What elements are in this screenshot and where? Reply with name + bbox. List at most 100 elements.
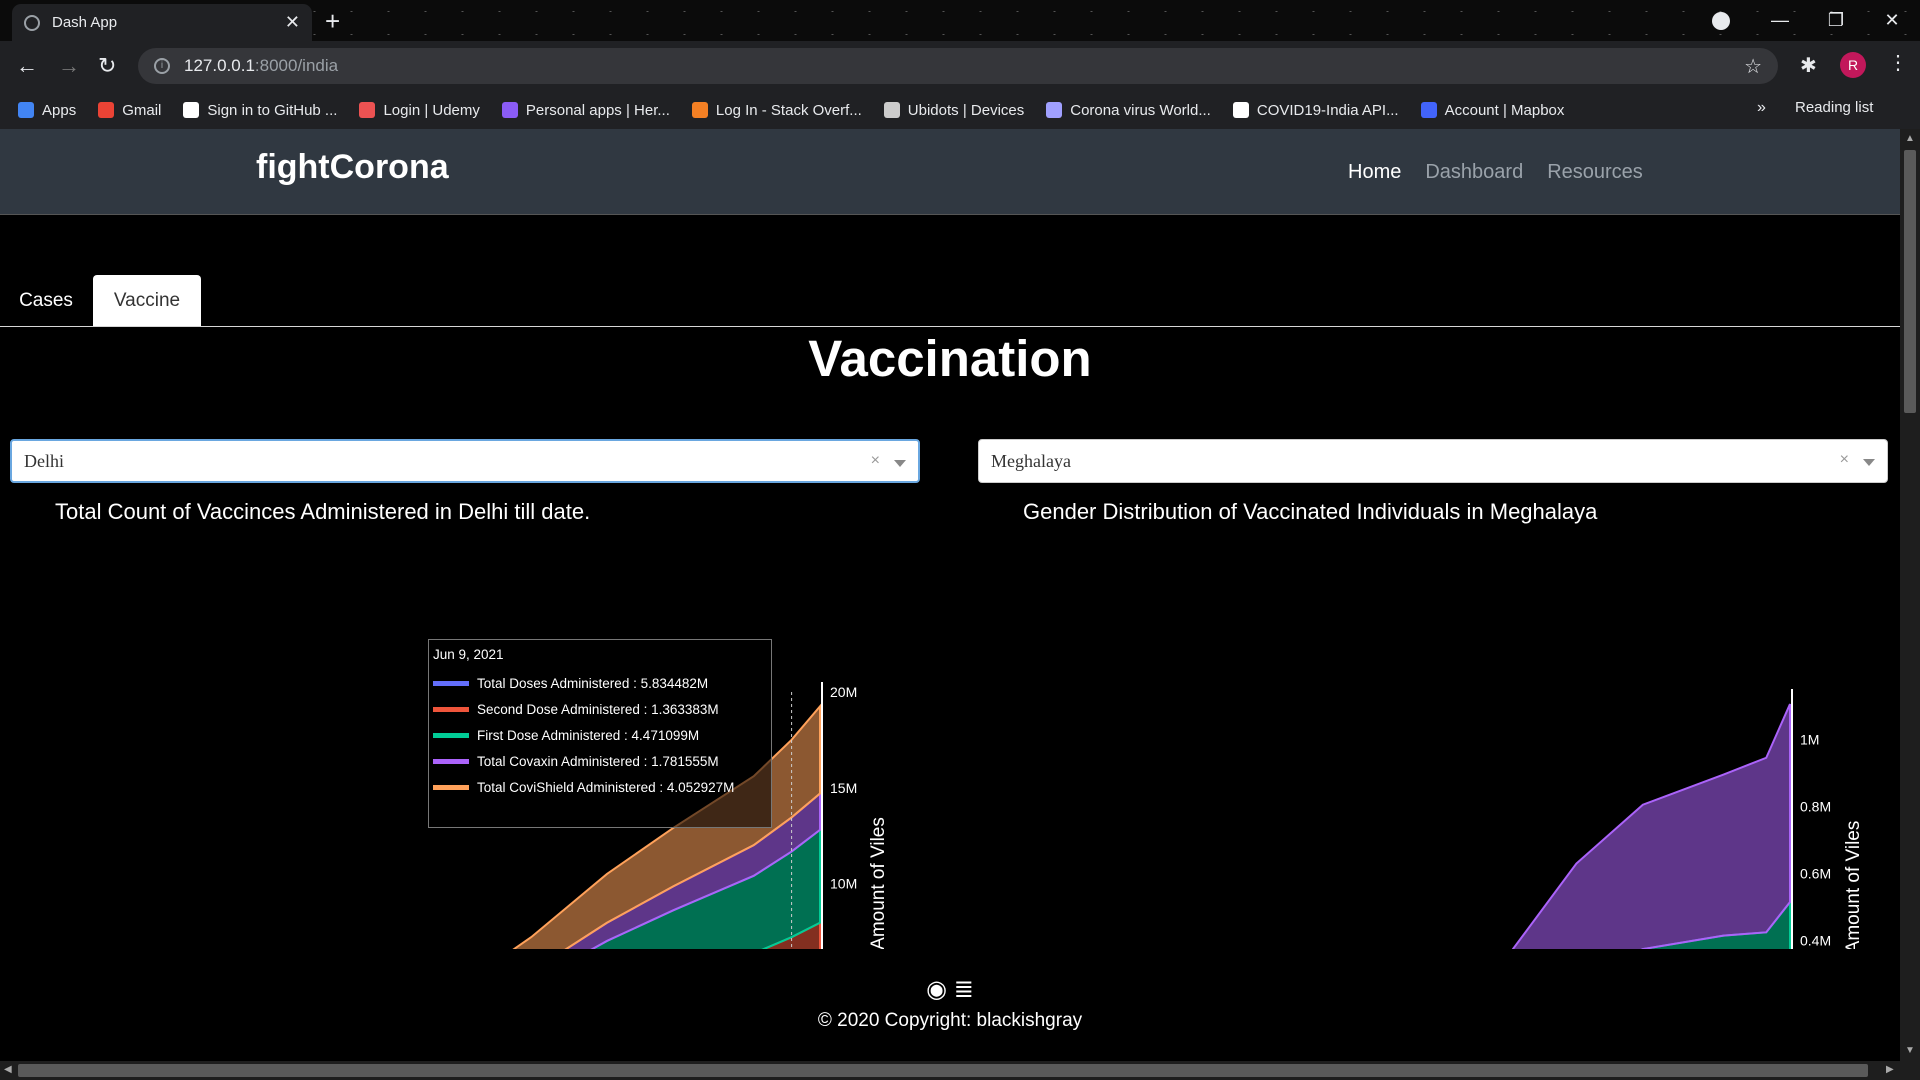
- bookmark-item[interactable]: Apps: [18, 102, 76, 119]
- y-tick-label: 1M: [1800, 731, 1819, 747]
- scroll-down-icon[interactable]: ▼: [1905, 1045, 1915, 1056]
- restore-button[interactable]: ❐: [1808, 10, 1864, 31]
- tooltip-label: First Dose Administered : 4.471099M: [477, 727, 700, 743]
- bookmark-item[interactable]: COVID19-India API...: [1232, 101, 1399, 119]
- bookmark-label: Sign in to GitHub ...: [207, 101, 338, 119]
- bookmarks-overflow-icon[interactable]: »: [1757, 99, 1766, 117]
- vertical-scrollbar[interactable]: ▲ ▼: [1900, 129, 1920, 1061]
- chevron-down-icon[interactable]: [894, 460, 906, 467]
- bookmarks-bar: Apps Gmail Sign in to GitHub ... Login | Ud…: [0, 91, 1920, 129]
- bookmark-label: Ubidots | Devices: [907, 101, 1025, 119]
- media-control-icon[interactable]: [1712, 12, 1730, 30]
- tooltip-swatch: [433, 784, 469, 790]
- tooltip-swatch: [433, 680, 469, 686]
- brand[interactable]: fightCorona: [256, 148, 449, 187]
- tab-vaccine[interactable]: Vaccine: [93, 275, 201, 327]
- y-axis-title: Amount of Viles: [868, 817, 889, 949]
- copyright: © 2020 Copyright: blackishgray: [817, 1010, 1083, 1031]
- bookmark-icon: [359, 102, 376, 118]
- reading-list-button[interactable]: Reading list: [1795, 99, 1873, 116]
- scroll-left-icon[interactable]: ◀: [4, 1064, 12, 1075]
- page: fightCorona Home Dashboard Resources Cas…: [0, 129, 1900, 1061]
- new-tab-button[interactable]: +: [325, 6, 340, 37]
- info-icon[interactable]: i: [154, 58, 170, 74]
- bookmark-icon: [883, 102, 900, 118]
- nav-dashboard[interactable]: Dashboard: [1425, 161, 1523, 184]
- profile-avatar[interactable]: R: [1840, 52, 1866, 78]
- horizontal-scrollbar[interactable]: ◀ ▶: [0, 1061, 1920, 1080]
- y-axis-title: Amount of Viles: [1843, 821, 1864, 949]
- y-tick-label: 20M: [830, 684, 857, 700]
- dropdown-value: Delhi: [24, 450, 64, 471]
- tooltip-row: Total Doses Administered : 5.834482M: [433, 670, 767, 696]
- bookmark-label: Gmail: [122, 101, 162, 119]
- bookmark-icon: [691, 102, 708, 118]
- github-icon[interactable]: ◉: [926, 976, 947, 1003]
- scroll-thumb[interactable]: [1904, 150, 1916, 413]
- bookmark-label: COVID19-India API...: [1256, 101, 1399, 119]
- tooltip-swatch: [433, 758, 469, 764]
- tooltip-date: Jun 9, 2021: [433, 647, 504, 662]
- footer-icons: ◉ ≣: [0, 975, 1900, 1004]
- bookmark-label: Personal apps | Her...: [525, 101, 670, 119]
- bookmark-icon: [183, 102, 200, 118]
- bookmark-icon: [98, 102, 115, 118]
- bookmark-label: Login | Udemy: [383, 101, 480, 119]
- url-path: :8000/india: [254, 56, 339, 75]
- bookmark-item[interactable]: Ubidots | Devices: [883, 101, 1025, 119]
- bookmark-item[interactable]: Personal apps | Her...: [501, 101, 670, 119]
- stackoverflow-icon[interactable]: ≣: [954, 976, 974, 1003]
- close-icon[interactable]: ✕: [285, 12, 300, 33]
- globe-icon: [24, 14, 40, 31]
- forward-button[interactable]: →: [58, 53, 80, 79]
- tooltip-label: Total Doses Administered : 5.834482M: [477, 675, 709, 691]
- tooltip-row: Total CoviShield Administered : 4.052927…: [433, 774, 767, 800]
- minimize-button[interactable]: —: [1752, 10, 1808, 31]
- bookmark-item[interactable]: Log In - Stack Overf...: [691, 101, 862, 119]
- tooltip-swatch: [433, 732, 469, 738]
- bookmark-icon: [1420, 102, 1437, 118]
- bookmark-item[interactable]: Login | Udemy: [359, 101, 480, 119]
- page-title: Vaccination: [808, 330, 1092, 387]
- reload-button[interactable]: ↻: [98, 53, 116, 79]
- bookmark-label: Account | Mapbox: [1444, 101, 1565, 119]
- window-controls: — ❐ ✕: [1752, 0, 1920, 41]
- tab-cases[interactable]: Cases: [0, 275, 92, 326]
- navbar: fightCorona Home Dashboard Resources: [0, 129, 1900, 215]
- bookmark-item[interactable]: Gmail: [98, 102, 161, 119]
- tooltip-label: Second Dose Administered : 1.363383M: [477, 701, 719, 717]
- clear-icon[interactable]: ×: [1840, 451, 1849, 469]
- browser-tab[interactable]: Dash App ✕: [12, 4, 312, 41]
- y-tick-label: 0.8M: [1800, 798, 1831, 814]
- state-dropdown-right[interactable]: Meghalaya ×: [978, 439, 1888, 483]
- menu-icon[interactable]: ⋮: [1888, 50, 1908, 75]
- chart-tooltip: Jun 9, 2021 Total Doses Administered : 5…: [428, 639, 772, 828]
- close-window-button[interactable]: ✕: [1864, 10, 1920, 31]
- dropdown-value: Meghalaya: [991, 450, 1071, 471]
- bookmark-label: Apps: [42, 101, 77, 119]
- browser-toolbar: ← → ↻ i 127.0.0.1:8000/india ☆: [0, 41, 1920, 91]
- tooltip-label: Total CoviShield Administered : 4.052927…: [477, 779, 735, 795]
- tab-title: Dash App: [52, 14, 118, 31]
- scroll-right-icon[interactable]: ▶: [1886, 1064, 1894, 1075]
- bookmark-label: Log In - Stack Overf...: [715, 101, 862, 119]
- bookmark-icon: [1232, 102, 1249, 118]
- chart-right[interactable]: Feb 2021Mar 2021Apr 2021May 2021Jun 2021…: [968, 529, 1900, 949]
- nav-home[interactable]: Home: [1348, 161, 1401, 184]
- browser-titlebar: Dash App ✕ + — ❐ ✕: [0, 0, 1920, 41]
- scroll-up-icon[interactable]: ▲: [1905, 133, 1915, 144]
- bookmark-item[interactable]: Account | Mapbox: [1420, 101, 1565, 119]
- address-bar[interactable]: i 127.0.0.1:8000/india ☆: [138, 48, 1778, 84]
- bookmark-star-icon[interactable]: ☆: [1744, 54, 1762, 79]
- bookmark-item[interactable]: Corona virus World...: [1046, 102, 1211, 119]
- nav-resources[interactable]: Resources: [1547, 161, 1643, 184]
- y-tick-label: 0.4M: [1800, 933, 1831, 949]
- back-button[interactable]: ←: [16, 53, 38, 79]
- state-dropdown-left[interactable]: Delhi ×: [10, 439, 920, 483]
- chevron-down-icon[interactable]: [1863, 459, 1875, 466]
- scroll-thumb[interactable]: [18, 1064, 1868, 1077]
- clear-icon[interactable]: ×: [871, 452, 880, 470]
- bookmark-item[interactable]: Sign in to GitHub ...: [183, 102, 337, 119]
- extensions-icon[interactable]: ✱: [1800, 53, 1817, 78]
- tabs-divider: [0, 326, 1900, 327]
